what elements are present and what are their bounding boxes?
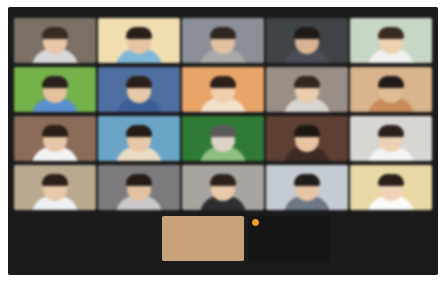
participant-hair	[42, 174, 68, 186]
participant-video-tile[interactable]	[98, 116, 180, 161]
participant-hair	[126, 125, 152, 137]
participant-video-tile[interactable]	[266, 67, 348, 112]
participant-hair	[210, 174, 236, 186]
participant-video-tile[interactable]	[182, 18, 264, 63]
participant-video-tile[interactable]	[182, 165, 264, 210]
participant-video-tile[interactable]	[98, 165, 180, 210]
participant-hair	[294, 76, 320, 88]
participant-video-tile[interactable]	[14, 165, 96, 210]
participant-video-tile[interactable]	[248, 216, 330, 261]
participant-hair	[378, 27, 404, 39]
participant-hair	[378, 76, 404, 88]
participant-hair	[210, 27, 236, 39]
participant-hair	[126, 174, 152, 186]
participant-video-tile[interactable]	[350, 18, 432, 63]
participant-hair	[378, 125, 404, 137]
participant-video-tile[interactable]	[98, 18, 180, 63]
participant-video-tile[interactable]	[182, 116, 264, 161]
participant-hair	[126, 76, 152, 88]
participant-hair	[378, 174, 404, 186]
participant-video-tile[interactable]	[350, 116, 432, 161]
participant-video-tile[interactable]	[162, 216, 244, 261]
participant-video-tile[interactable]	[266, 18, 348, 63]
participant-hair	[126, 27, 152, 39]
participant-hair	[210, 125, 236, 137]
participant-hair	[42, 76, 68, 88]
mic-indicator-icon	[252, 219, 259, 226]
participant-video-tile[interactable]	[266, 165, 348, 210]
participant-gallery-bottom-row	[162, 216, 330, 261]
participant-video-feed	[162, 216, 244, 261]
participant-hair	[294, 174, 320, 186]
participant-hair	[42, 125, 68, 137]
participant-gallery	[14, 18, 434, 210]
participant-hair	[294, 27, 320, 39]
participant-video-tile[interactable]	[98, 67, 180, 112]
participant-video-tile[interactable]	[266, 116, 348, 161]
participant-video-tile[interactable]	[14, 116, 96, 161]
participant-video-tile[interactable]	[182, 67, 264, 112]
participant-video-tile[interactable]	[350, 67, 432, 112]
participant-video-tile[interactable]	[14, 18, 96, 63]
participant-hair	[294, 125, 320, 137]
participant-video-tile[interactable]	[14, 67, 96, 112]
participant-hair	[210, 76, 236, 88]
participant-video-tile[interactable]	[350, 165, 432, 210]
participant-hair	[42, 27, 68, 39]
